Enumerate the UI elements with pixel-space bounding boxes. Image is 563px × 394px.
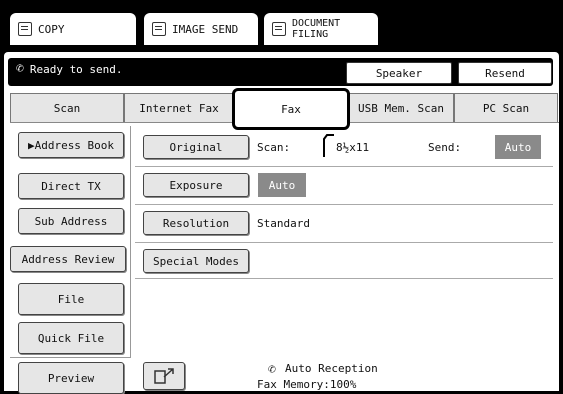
tab-fax-label: Fax [281, 102, 301, 116]
direct-tx-button[interactable]: Direct TX [18, 173, 124, 199]
quick-file-label: Quick File [37, 331, 105, 345]
tab-document-filing[interactable]: DOCUMENT FILING [264, 13, 378, 45]
address-review-label: Address Review [21, 252, 115, 266]
file-button[interactable]: File [18, 283, 124, 315]
tab-scan-label: Scan [53, 101, 81, 115]
tab-copy[interactable]: COPY [10, 13, 136, 45]
address-book-label: ▶Address Book [27, 138, 115, 152]
resolution-button[interactable]: Resolution [143, 211, 249, 235]
tab-usb-mem-scan-label: USB Mem. Scan [357, 101, 445, 115]
preview-button[interactable]: Preview [18, 362, 124, 394]
exposure-value: Auto [258, 173, 306, 197]
document-filing-icon [272, 22, 286, 36]
phone-icon: ✆ [16, 61, 24, 76]
tab-fax[interactable]: Fax [236, 94, 346, 124]
original-size-bracket-icon [323, 134, 334, 157]
tab-copy-label: COPY [38, 22, 65, 36]
tab-image-send[interactable]: IMAGE SEND [144, 13, 258, 45]
exposure-value-text: Auto [268, 178, 296, 192]
send-size-text: Auto [504, 140, 532, 154]
auto-reception-text: Auto Reception [285, 362, 378, 375]
copy-icon [18, 22, 32, 36]
special-modes-button[interactable]: Special Modes [143, 249, 249, 273]
row-divider [135, 242, 553, 243]
job-status-button[interactable] [143, 362, 185, 390]
reception-icon: ✆ [268, 362, 276, 377]
row-divider [135, 278, 553, 279]
job-status-icon [154, 368, 174, 384]
tab-pc-scan[interactable]: PC Scan [454, 93, 558, 123]
sub-address-label: Sub Address [34, 214, 108, 228]
resend-label: Resend [485, 66, 525, 80]
exposure-label: Exposure [169, 178, 223, 192]
send-label: Send: [428, 141, 462, 154]
resolution-value: Standard [257, 217, 310, 230]
image-send-icon [152, 22, 166, 36]
status-message: Ready to send. [29, 63, 123, 76]
address-book-button[interactable]: ▶Address Book [18, 132, 124, 158]
scan-size-value: 8½x11 [336, 141, 370, 154]
quick-file-button[interactable]: Quick File [18, 322, 124, 354]
resend-button[interactable]: Resend [458, 62, 552, 84]
row-divider [135, 204, 553, 205]
fax-memory-text: Fax Memory:100% [257, 378, 357, 391]
original-label: Original [169, 140, 223, 154]
special-modes-label: Special Modes [152, 254, 240, 268]
row-divider [135, 166, 553, 167]
tab-scan[interactable]: Scan [10, 93, 124, 123]
tab-internet-fax[interactable]: Internet Fax [124, 93, 234, 123]
scan-label: Scan: [257, 141, 291, 154]
speaker-button[interactable]: Speaker [346, 62, 452, 84]
tab-document-filing-label: DOCUMENT FILING [292, 18, 341, 40]
preview-divider [10, 357, 130, 358]
direct-tx-label: Direct TX [41, 179, 101, 193]
tab-usb-mem-scan[interactable]: USB Mem. Scan [348, 93, 454, 123]
tab-image-send-label: IMAGE SEND [172, 22, 239, 36]
address-review-button[interactable]: Address Review [10, 246, 126, 272]
tab-pc-scan-label: PC Scan [482, 101, 530, 115]
file-label: File [57, 292, 85, 306]
exposure-button[interactable]: Exposure [143, 173, 249, 197]
left-column-divider [130, 126, 131, 358]
original-button[interactable]: Original [143, 135, 249, 159]
resolution-label: Resolution [162, 216, 230, 230]
speaker-label: Speaker [375, 66, 423, 80]
send-size-value: Auto [495, 135, 541, 159]
tab-internet-fax-label: Internet Fax [139, 101, 219, 115]
preview-label: Preview [47, 371, 95, 385]
sub-address-button[interactable]: Sub Address [18, 208, 124, 234]
